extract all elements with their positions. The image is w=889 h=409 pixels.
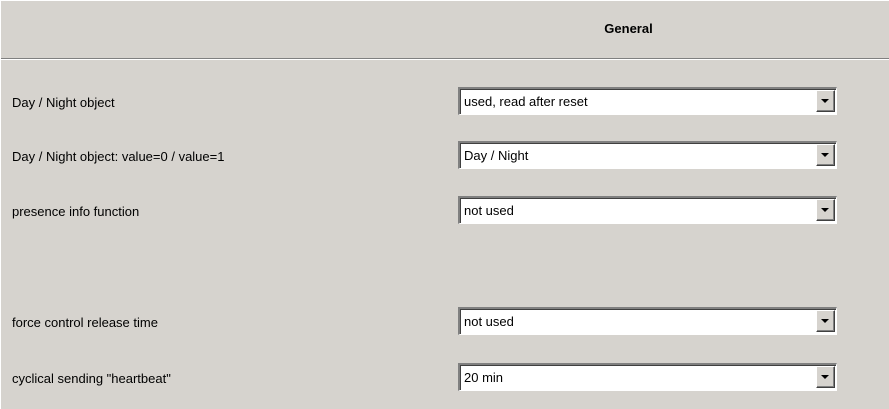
- day-night-object-dropdown[interactable]: used, read after reset: [458, 87, 837, 115]
- dropdown-button[interactable]: [816, 310, 835, 332]
- dropdown-value: 20 min: [464, 370, 504, 385]
- setting-row-day-night-value: Day / Night object: value=0 / value=1 Da…: [1, 141, 889, 171]
- setting-row-presence-info: presence info function not used: [1, 196, 889, 226]
- dropdown-value: used, read after reset: [464, 94, 588, 109]
- dropdown-button[interactable]: [816, 144, 835, 166]
- presence-info-dropdown[interactable]: not used: [458, 196, 837, 224]
- chevron-down-icon: [821, 99, 829, 103]
- dropdown-button[interactable]: [816, 199, 835, 221]
- setting-label: Day / Night object: [12, 95, 115, 110]
- setting-label: Day / Night object: value=0 / value=1: [12, 149, 225, 164]
- setting-label: presence info function: [12, 204, 140, 219]
- chevron-down-icon: [821, 375, 829, 379]
- setting-row-heartbeat: cyclical sending "heartbeat" 20 min: [1, 363, 889, 393]
- settings-panel: General Day / Night object used, read af…: [0, 0, 889, 409]
- day-night-value-dropdown[interactable]: Day / Night: [458, 141, 837, 169]
- panel-header: General: [1, 1, 889, 59]
- setting-row-force-control: force control release time not used: [1, 307, 889, 337]
- page-title: General: [604, 21, 653, 36]
- setting-row-day-night-object: Day / Night object used, read after rese…: [1, 87, 889, 117]
- chevron-down-icon: [821, 153, 829, 157]
- dropdown-value: not used: [464, 314, 514, 329]
- dropdown-value: not used: [464, 203, 514, 218]
- setting-label: cyclical sending "heartbeat": [12, 371, 171, 386]
- dropdown-value: Day / Night: [464, 148, 529, 163]
- setting-label: force control release time: [12, 315, 158, 330]
- heartbeat-dropdown[interactable]: 20 min: [458, 363, 837, 391]
- chevron-down-icon: [821, 208, 829, 212]
- dropdown-button[interactable]: [816, 366, 835, 388]
- chevron-down-icon: [821, 319, 829, 323]
- dropdown-button[interactable]: [816, 90, 835, 112]
- force-control-release-dropdown[interactable]: not used: [458, 307, 837, 335]
